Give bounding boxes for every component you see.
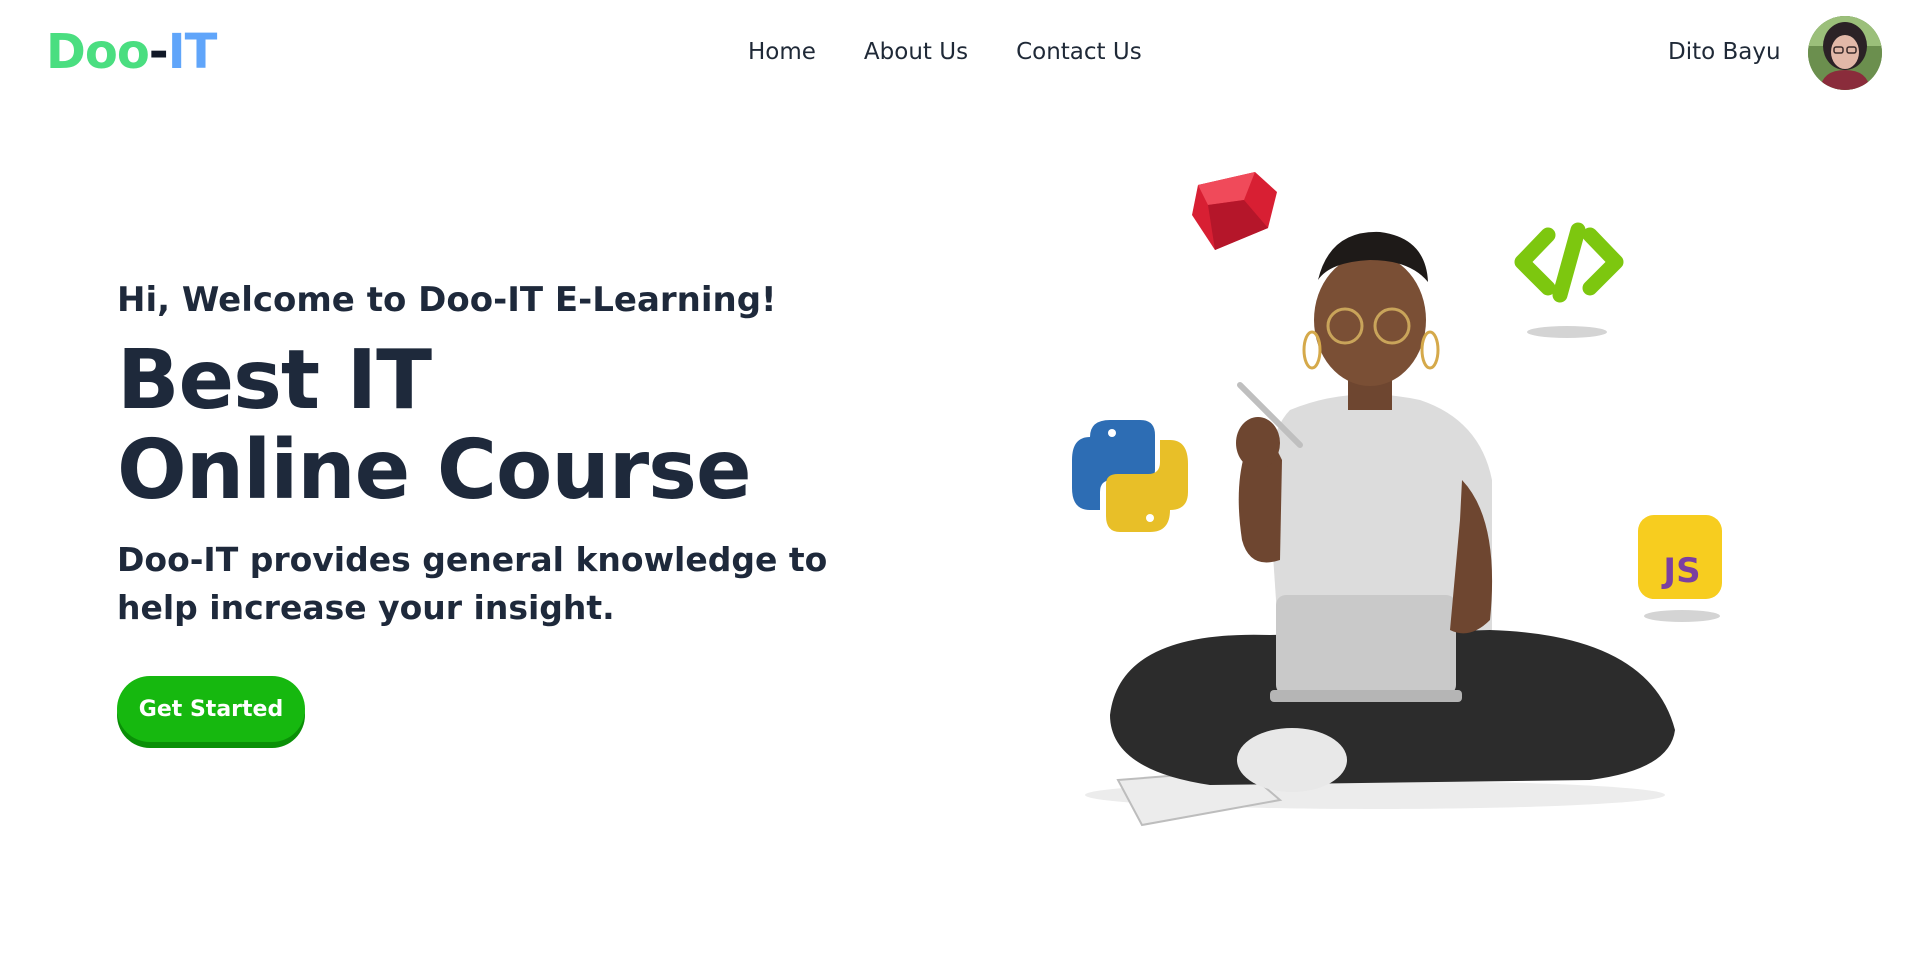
user-avatar[interactable] [1808,16,1882,90]
logo-dash: - [148,24,169,80]
hero-illustration: JS [1030,160,1750,840]
nav-about-link[interactable]: About Us [864,36,968,68]
hero-headline: Best IT Online Course [117,336,937,516]
student-figure [1085,231,1675,827]
javascript-icon: JS [1638,515,1722,622]
student-laptop-illustration: JS [1072,172,1722,827]
nav-home-link[interactable]: Home [748,36,816,68]
nav-contact-link[interactable]: Contact Us [1016,36,1142,68]
logo-it: IT [167,24,218,80]
ruby-icon [1192,172,1277,250]
welcome-text: Hi, Welcome to Doo-IT E-Learning! [117,280,777,320]
hero-description: Doo-IT provides general knowledge to hel… [117,540,828,627]
logo-doo: Doo [46,24,150,80]
main-nav: Home About Us Contact Us [748,36,1142,68]
user-name[interactable]: Dito Bayu [1668,36,1781,68]
hero-section: Hi, Welcome to Doo-IT E-Learning! Best I… [117,272,937,632]
headline-line2: Online Course [117,423,752,518]
python-icon [1072,420,1188,532]
get-started-button[interactable]: Get Started [117,676,305,742]
headline-line1: Best IT [117,333,432,428]
avatar-image [1808,16,1882,90]
js-label: JS [1661,551,1700,591]
navbar: Doo-IT Home About Us Contact Us Dito Bay… [0,0,1914,106]
logo[interactable]: Doo-IT [46,22,218,82]
code-brackets-icon [1514,222,1624,338]
